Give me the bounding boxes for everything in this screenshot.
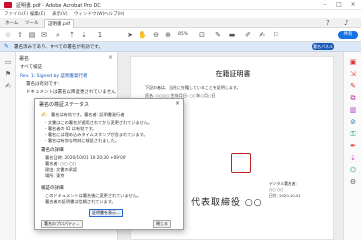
dialog-title: 署名の検証ステータス	[39, 102, 90, 108]
page-title: 在籍証明書	[215, 70, 251, 78]
left-navigation-rail: ▭ ⚑ ✍	[0, 52, 16, 240]
tab-tools[interactable]: ツール	[22, 19, 42, 28]
hand-icon[interactable]: ✋	[138, 31, 147, 39]
select-cursor-icon[interactable]: ➤	[126, 31, 134, 39]
highlight-icon[interactable]: ▬	[228, 31, 236, 39]
zoom-in-icon[interactable]: ⊕	[164, 31, 172, 39]
signature-panel-header: 署名	[19, 56, 30, 62]
edit-pdf-icon[interactable]: ✎	[348, 82, 358, 90]
menu-help[interactable]: ヘルプ(H)	[104, 11, 124, 17]
redact-icon[interactable]: ⊘	[348, 118, 358, 126]
share-button[interactable]: 共有	[338, 31, 358, 39]
dialog-section-header: 署名の詳細	[41, 148, 64, 153]
menu-edit[interactable]: 編集(E)	[30, 11, 45, 17]
draw-icon[interactable]: ✐	[244, 31, 252, 39]
menu-window[interactable]: ウィンドウ(W)	[74, 11, 104, 17]
signature-panel-button[interactable]: 署名パネル	[312, 43, 334, 50]
help-icon[interactable]: ?	[326, 19, 330, 27]
minimize-icon[interactable]: –	[320, 1, 330, 9]
signature-valid-icon: ✎	[4, 43, 10, 50]
combine-icon[interactable]: ⧉	[348, 94, 358, 102]
zoom-level[interactable]: 85%	[178, 32, 188, 37]
menu-view[interactable]: 表示(V)	[52, 11, 68, 17]
organize-icon[interactable]: ▥	[348, 106, 358, 114]
search-icon[interactable]: ⌕	[54, 31, 62, 39]
star-icon[interactable]: ☆	[4, 31, 12, 39]
signature-info-line: 日付: 2020.10.01	[269, 193, 301, 198]
dialog-summary: 署名は有効です。署名者: 証明書発行者	[51, 112, 125, 117]
acrobat-logo-icon	[4, 2, 12, 8]
stamp-icon[interactable]: ⚐	[272, 31, 280, 39]
zoom-out-icon[interactable]: ⊖	[152, 31, 160, 39]
view-certificate-button[interactable]: 証明書を表示...	[89, 209, 123, 217]
tab-document[interactable]: 証明書.pdf	[44, 19, 75, 28]
print-icon[interactable]: ▤	[28, 31, 36, 39]
signature-status-bar: ✎ 署名済みであり、すべての署名が有効です。 署名パネル	[0, 42, 361, 52]
title-bar: 証明書.pdf - Adobe Acrobat Pro DC – □ ×	[0, 0, 361, 10]
toolbar: ☆ ⇧ ▤ ✉ ⌕ ⇡ ⇣ 1 ➤ ✋ ⊖ ⊕ 85% ⊡ ✎ ▬ ✐ ✍ ⚐ …	[0, 28, 361, 42]
signature-panel-icon[interactable]: ✍	[3, 82, 13, 90]
sign-icon[interactable]: ✍	[258, 31, 266, 39]
signature-properties-button[interactable]: 署名のプロパティ...	[41, 220, 83, 228]
dialog-detail-line: 署名者の証明書は信頼されています。	[45, 199, 116, 204]
dialog-section-header: 検証の詳細	[41, 186, 64, 191]
page-up-icon[interactable]: ⇡	[68, 31, 76, 39]
comment-icon[interactable]: ✎	[214, 31, 222, 39]
more-tools-icon[interactable]: ⚙	[348, 178, 358, 186]
tab-bar: ホーム ツール 証明書.pdf ? ♪	[0, 18, 361, 28]
mail-icon[interactable]: ✉	[40, 31, 48, 39]
dialog-close-icon[interactable]: ×	[175, 100, 180, 107]
fill-sign-icon[interactable]: ✒	[348, 142, 358, 150]
upload-icon[interactable]: ⇧	[16, 31, 24, 39]
pages-icon[interactable]: ▭	[3, 58, 13, 66]
scan-icon[interactable]: ⌬	[348, 166, 358, 174]
page-number-field[interactable]: 1	[96, 31, 104, 39]
bell-icon[interactable]: ♪	[344, 19, 348, 27]
page-paragraph: 下記の者は、当社に在籍していることを証明します。	[145, 85, 241, 90]
export-pdf-icon[interactable]: ⇲	[348, 70, 358, 78]
signature-status-text: 署名済みであり、すべての署名が有効です。	[14, 45, 103, 50]
protect-icon[interactable]: ⚿	[348, 130, 358, 138]
dialog-detail-line: 場所: 東京	[45, 173, 65, 178]
close-panel-icon[interactable]: ×	[108, 54, 113, 61]
maximize-icon[interactable]: □	[334, 1, 344, 9]
menu-file[interactable]: ファイル(F)	[4, 11, 28, 17]
signature-valid-text: 署名は有効です:	[26, 82, 60, 87]
menu-bar: ファイル(F) 編集(E) 表示(V) ウィンドウ(W) ヘルプ(H)	[0, 10, 361, 18]
signature-revision-item[interactable]: Rev. 1: Signed by 証明書発行者	[20, 73, 114, 79]
dialog-line: - 署名は有効な時刻に検証されました。	[45, 138, 120, 143]
signature-detail-text: ドキュメントは署名以降変更されていません	[26, 90, 116, 95]
create-pdf-icon[interactable]: ▣	[348, 58, 358, 66]
tab-home[interactable]: ホーム	[2, 19, 21, 28]
fit-page-icon[interactable]: ⊡	[198, 31, 206, 39]
compress-icon[interactable]: ⇣	[348, 154, 358, 162]
validate-all-link[interactable]: すべて検証	[20, 64, 114, 70]
window-title: 証明書.pdf - Adobe Acrobat Pro DC	[16, 3, 101, 9]
handwritten-signature: 代表取締役 ○○	[191, 198, 263, 208]
signature-validation-dialog: 署名の検証ステータス × ✍ 署名は有効です。署名者: 証明書発行者 - 文書は…	[34, 98, 184, 230]
signature-status-icon: ✍	[41, 111, 47, 119]
page-down-icon[interactable]: ⇣	[80, 31, 88, 39]
signature-info-line: ○○ ○○	[269, 187, 284, 192]
right-tools-rail: ▣ ⇲ ✎ ⧉ ▥ ⊘ ⚿ ✒ ⇣ ⌬ ⚙	[343, 52, 361, 240]
bookmark-icon[interactable]: ⚑	[3, 70, 13, 78]
close-window-icon[interactable]: ×	[348, 1, 358, 9]
red-seal-stamp	[231, 153, 251, 173]
dialog-close-button[interactable]: 閉じる	[153, 220, 171, 228]
